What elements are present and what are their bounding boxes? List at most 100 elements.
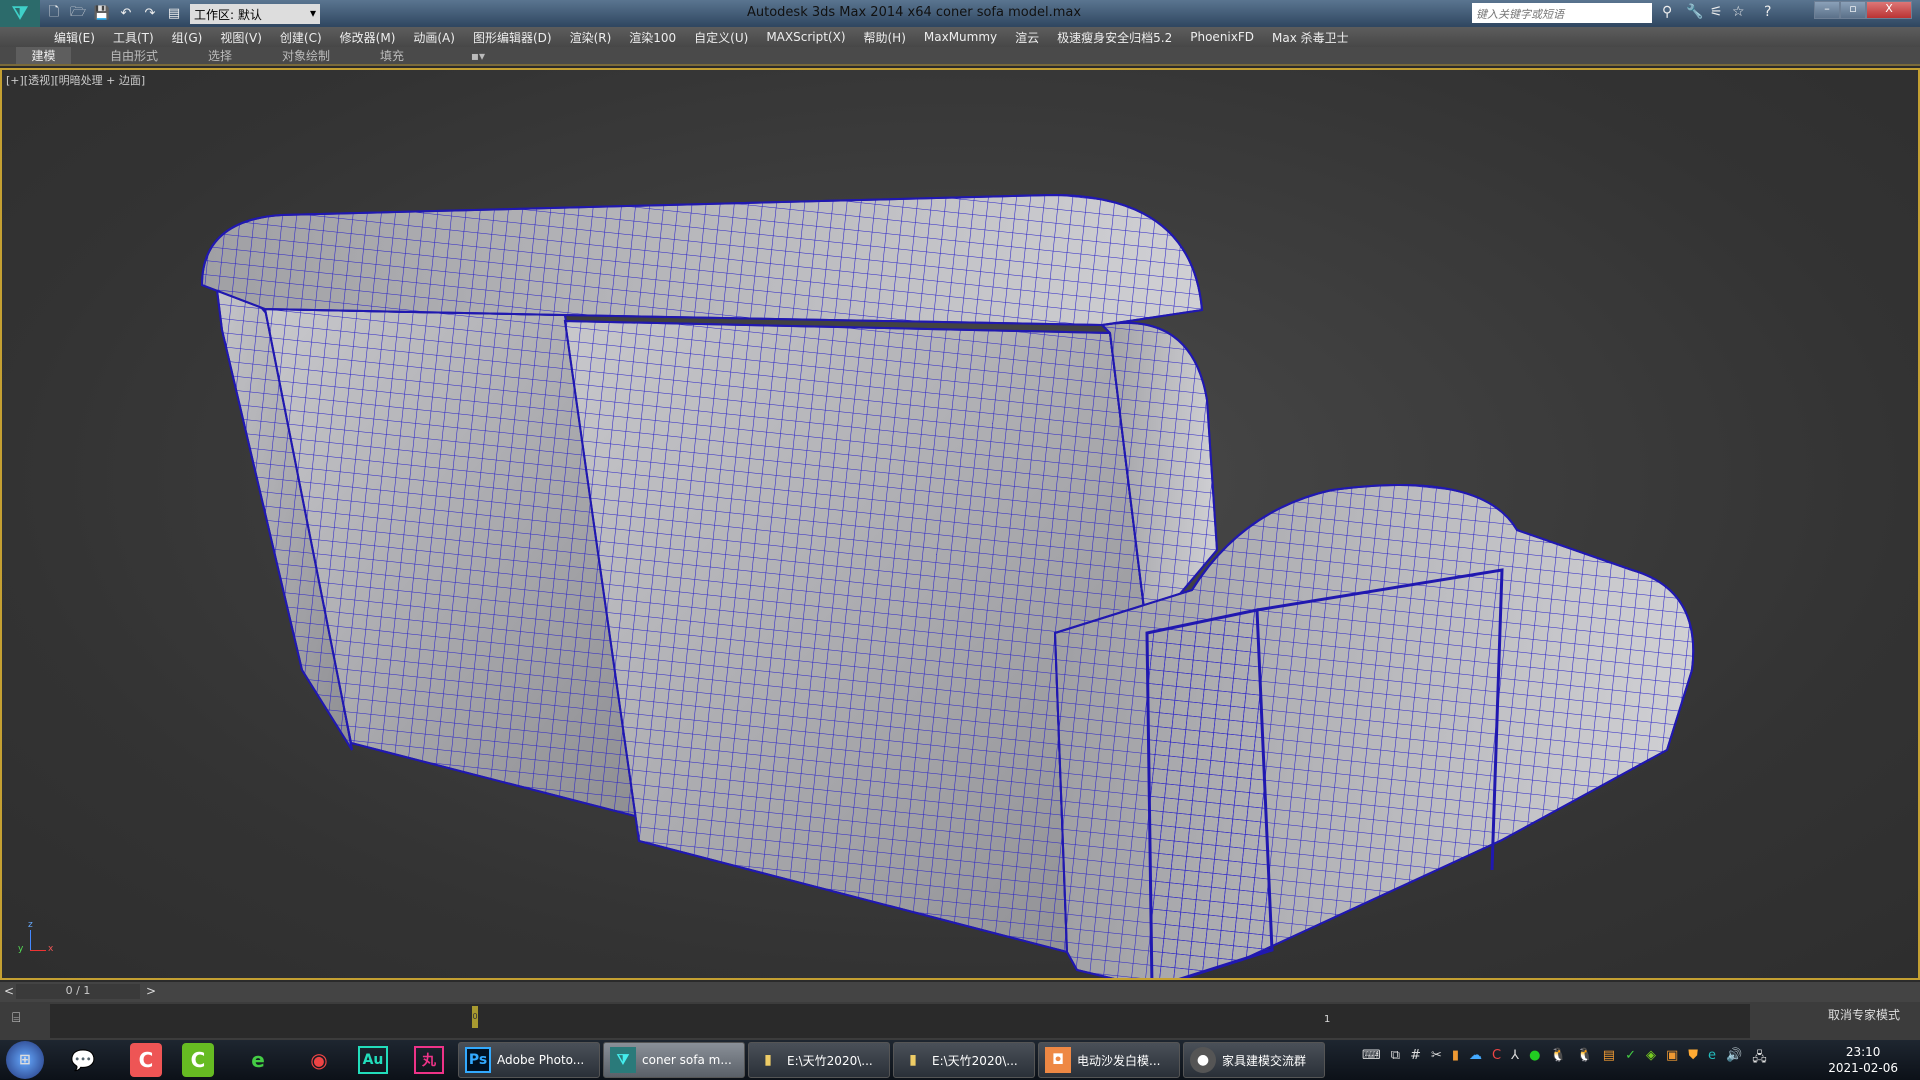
menu-item[interactable]: 工具(T) (113, 29, 154, 46)
help-icon[interactable]: ? (1764, 4, 1771, 20)
binoculars-icon[interactable]: ⚲ (1662, 4, 1672, 20)
search-input[interactable]: 键入关键字或短语 (1472, 3, 1652, 23)
next-frame-button[interactable]: > (146, 984, 156, 998)
menu-item[interactable]: 编辑(E) (54, 29, 95, 46)
wan-app-icon[interactable]: 丸 (414, 1046, 444, 1074)
project-icon[interactable]: ▤ (164, 4, 184, 24)
menu-item[interactable]: 极速瘦身安全归档5.2 (1057, 29, 1172, 46)
ribbon-tab[interactable]: 填充 (349, 47, 435, 64)
audition-icon[interactable]: Au (358, 1046, 388, 1074)
satellite-icon[interactable]: ⚟ (1710, 4, 1723, 20)
qq-alt-icon[interactable]: 🐧 (1577, 1048, 1593, 1070)
usb-icon[interactable]: ▮ (1452, 1048, 1459, 1070)
time-key-marker[interactable]: 0 (472, 1006, 478, 1028)
menu-item[interactable]: MaxMummy (924, 30, 997, 44)
clock[interactable]: 23:102021-02-06 (1828, 1044, 1898, 1076)
undo-icon[interactable]: ↶ (116, 4, 136, 24)
time-slider-handle[interactable]: 0 / 1 (16, 984, 140, 999)
ribbon-tab[interactable]: 选择 (177, 47, 263, 64)
menu-item[interactable]: 组(G) (172, 29, 203, 46)
menu-item[interactable]: 帮助(H) (864, 29, 906, 46)
notification-icon[interactable]: ▤ (1603, 1048, 1615, 1070)
save-icon[interactable]: 💾 (92, 4, 112, 24)
app-menu-button[interactable]: ⧩ (0, 0, 40, 27)
cancel-expert-mode-button[interactable]: 取消专家模式 (1828, 1006, 1900, 1023)
ie-browser-icon[interactable]: e (236, 1043, 280, 1077)
redo-icon[interactable]: ↷ (140, 4, 160, 24)
windows-icon: ⊞ (19, 1052, 31, 1068)
taskbar-item-qq-group[interactable]: ●家具建模交流群 (1183, 1042, 1325, 1078)
start-button[interactable]: ⊞ (6, 1041, 44, 1079)
menu-bar: 编辑(E) 工具(T) 组(G) 视图(V) 创建(C) 修改器(M) 动画(A) 图形编辑器… (0, 27, 1920, 47)
new-file-icon[interactable]: 🗋 (44, 4, 64, 24)
axis-x-label: x (48, 944, 53, 954)
taskbar-item-folder-1[interactable]: ▮E:\天竹2020\... (748, 1042, 890, 1078)
menu-item[interactable]: MAXScript(X) (766, 30, 845, 44)
menu-item[interactable]: 图形编辑器(D) (473, 29, 552, 46)
minimize-button[interactable]: – (1814, 1, 1840, 19)
window-switch-icon[interactable]: ⧉ (1391, 1048, 1400, 1070)
curve-editor-icon[interactable]: ⌸ (12, 1010, 20, 1026)
axis-z-label: z (28, 920, 33, 930)
network-icon[interactable]: 🖧 (1752, 1048, 1767, 1070)
security-shield-icon[interactable]: ⛊ (1688, 1048, 1698, 1070)
acrobat-icon[interactable]: ⅄ (1511, 1048, 1519, 1070)
taskbar-item-image-viewer[interactable]: ◘电动沙发白模... (1038, 1042, 1180, 1078)
window-title: Autodesk 3ds Max 2014 x64 coner sofa mod… (747, 5, 1081, 20)
menu-item[interactable]: 动画(A) (413, 29, 455, 46)
menu-item[interactable]: 创建(C) (280, 29, 322, 46)
menu-item[interactable]: 渲云 (1015, 29, 1039, 46)
wechat-tray-icon[interactable]: ● (1529, 1048, 1540, 1070)
perspective-viewport[interactable]: [+][透视][明暗处理 + 边面] (0, 68, 1920, 980)
image-viewer-icon: ◘ (1045, 1047, 1071, 1073)
wrench-icon[interactable]: 🔧 (1686, 4, 1703, 20)
track-bar-area[interactable]: 0 1 (50, 1004, 1750, 1038)
task-label: Adobe Photo... (497, 1053, 584, 1067)
screenshot-icon[interactable]: ▣ (1666, 1048, 1678, 1070)
restore-button[interactable]: ▫ (1840, 1, 1866, 19)
task-label: 家具建模交流群 (1222, 1052, 1306, 1069)
menu-item[interactable]: Max 杀毒卫士 (1272, 29, 1349, 46)
chrome-icon[interactable]: ◉ (297, 1043, 341, 1077)
baidu-netdisk-icon[interactable]: ☁ (1469, 1048, 1482, 1070)
wechat-icon[interactable]: 💬 (61, 1043, 105, 1077)
ribbon-options-icon[interactable]: ▪▾ (435, 49, 521, 63)
workspace-dropdown[interactable]: 工作区: 默认▾ (190, 4, 320, 24)
volume-icon[interactable]: 🔊 (1726, 1048, 1742, 1070)
camtasia-red-icon[interactable]: C (130, 1043, 162, 1077)
close-button[interactable]: X (1866, 1, 1912, 19)
ribbon-tab[interactable]: 自由形式 (91, 47, 177, 64)
star-icon[interactable]: ☆ (1732, 4, 1745, 20)
ribbon-tabs: 建模 自由形式选择对象绘制填充▪▾ (0, 47, 1920, 66)
menu-item[interactable]: 自定义(U) (694, 29, 748, 46)
sofa-wireframe-model (2, 70, 1918, 978)
prev-frame-button[interactable]: < (4, 984, 14, 998)
menu-item[interactable]: PhoenixFD (1190, 30, 1254, 44)
taskbar: ⊞ 💬 C C e ◉ Au 丸 PsAdobe Photo... ⧩coner… (0, 1040, 1920, 1080)
nvidia-icon[interactable]: ◈ (1646, 1048, 1656, 1070)
time-slider[interactable]: < 0 / 1 > (0, 982, 1920, 1002)
menu-item[interactable]: 修改器(M) (340, 29, 396, 46)
onenote-icon[interactable]: ✂ (1431, 1048, 1442, 1070)
slack-icon[interactable]: # (1410, 1048, 1421, 1070)
menu-item[interactable]: 渲染100 (629, 29, 676, 46)
taskbar-item-3dsmax[interactable]: ⧩coner sofa m... (603, 1042, 745, 1078)
open-file-icon[interactable]: 🗁 (68, 4, 88, 24)
taskbar-item-photoshop[interactable]: PsAdobe Photo... (458, 1042, 600, 1078)
camtasia-tray-icon[interactable]: C (1492, 1048, 1501, 1070)
qq-icon[interactable]: 🐧 (1550, 1048, 1566, 1070)
eset-icon[interactable]: e (1708, 1048, 1716, 1070)
axis-y-label: y (18, 944, 23, 954)
folder-icon: ▮ (755, 1047, 781, 1073)
camtasia-green-icon[interactable]: C (182, 1043, 214, 1077)
clock-time: 23:10 (1828, 1044, 1898, 1060)
taskbar-item-folder-2[interactable]: ▮E:\天竹2020\... (893, 1042, 1035, 1078)
task-label: coner sofa m... (642, 1053, 732, 1067)
ribbon-tab[interactable]: 建模 (16, 47, 71, 64)
safely-remove-icon[interactable]: ✓ (1625, 1048, 1636, 1070)
menu-item[interactable]: 渲染(R) (570, 29, 612, 46)
clock-date: 2021-02-06 (1828, 1060, 1898, 1076)
keyboard-icon[interactable]: ⌨ (1362, 1048, 1381, 1070)
ribbon-tab[interactable]: 对象绘制 (263, 47, 349, 64)
menu-item[interactable]: 视图(V) (220, 29, 262, 46)
